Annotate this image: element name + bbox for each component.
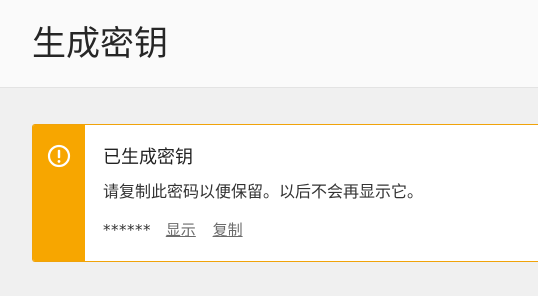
- key-generated-message: 已生成密钥 请复制此密码以便保留。以后不会再显示它。 ****** 显示 复制: [32, 124, 538, 262]
- page-title: 生成密钥: [32, 24, 168, 64]
- key-row: ****** 显示 复制: [103, 219, 255, 241]
- masked-key-value: ******: [103, 221, 151, 239]
- message-accent-stripe: [33, 125, 85, 261]
- message-text: 请复制此密码以便保留。以后不会再显示它。: [103, 182, 424, 201]
- copy-key-link[interactable]: 复制: [213, 221, 243, 239]
- message-title: 已生成密钥: [103, 147, 193, 168]
- show-key-link[interactable]: 显示: [166, 221, 196, 239]
- page-header: 生成密钥: [0, 0, 538, 88]
- warning-icon: [47, 144, 71, 168]
